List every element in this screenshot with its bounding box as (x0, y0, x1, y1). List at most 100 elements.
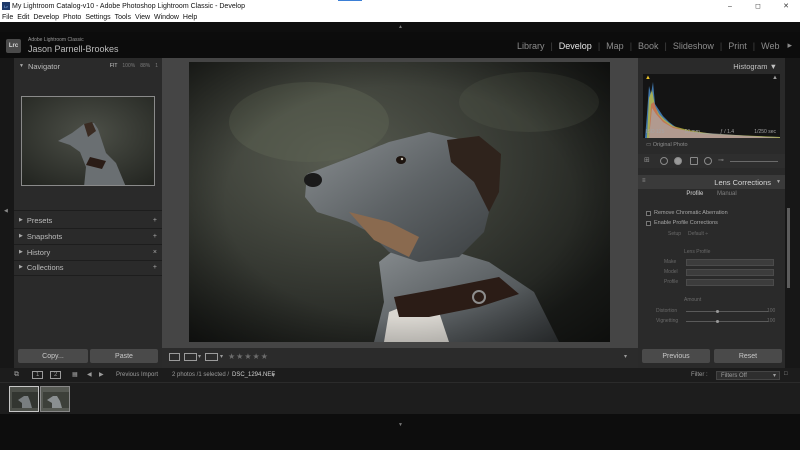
module-web[interactable]: Web (755, 41, 785, 51)
back-arrow-icon[interactable]: ◀ (87, 371, 92, 378)
toolbar-menu-icon[interactable]: ▾ (624, 353, 627, 360)
filename-dropdown-icon[interactable]: ▾ (272, 372, 275, 379)
shadow-clipping-icon[interactable]: ▲ (645, 75, 651, 81)
collapse-left-icon[interactable]: ◀ (4, 208, 8, 214)
collapse-triangle-icon[interactable]: ▼ (776, 179, 781, 185)
collapse-top-icon[interactable]: ▲ (398, 24, 403, 30)
history-header[interactable]: ▶ History × (14, 245, 162, 259)
module-map[interactable]: Map (600, 41, 630, 51)
module-slideshow[interactable]: Slideshow (667, 41, 720, 51)
filmstrip-thumbnail[interactable] (9, 386, 39, 412)
menu-window[interactable]: Window (154, 14, 179, 21)
minimize-button[interactable]: – (716, 0, 744, 12)
navigator-header[interactable]: ▼ Navigator FIT 100% 88% 1 (14, 59, 162, 73)
profile-dropdown[interactable] (686, 279, 774, 286)
bottom-panel-toggle-strip[interactable]: ▼ (0, 414, 800, 450)
distortion-slider-knob[interactable] (716, 310, 719, 313)
add-collection-icon[interactable]: + (153, 264, 157, 271)
main-window-button[interactable]: 1 (32, 371, 44, 379)
menu-settings[interactable]: Settings (85, 14, 110, 21)
top-panel-toggle-strip[interactable]: ▲ (0, 22, 800, 32)
histogram-title[interactable]: Histogram ▼ (733, 62, 777, 71)
module-print[interactable]: Print (722, 41, 753, 51)
left-panel-toggle-strip[interactable]: ◀ (0, 58, 14, 368)
module-extra-icon[interactable]: ▸ (785, 40, 792, 51)
spot-removal-icon[interactable] (660, 157, 668, 165)
model-dropdown[interactable] (686, 269, 774, 276)
setup-dropdown[interactable]: Default ÷ (688, 231, 708, 237)
red-eye-icon[interactable] (674, 157, 682, 165)
remove-chromatic-aberration-checkbox[interactable]: Remove Chromatic Aberration (646, 210, 728, 216)
vignetting-value[interactable]: 100 (767, 318, 775, 324)
close-button[interactable]: ✕ (772, 0, 800, 12)
paste-button[interactable]: Paste (90, 349, 158, 363)
navigator-preview[interactable] (21, 96, 155, 186)
filmstrip-status: 2 photos /1 selected / (172, 372, 230, 378)
secondary-window-icon[interactable]: ⧉ (14, 371, 19, 379)
filter-lock-icon[interactable]: □ (784, 371, 788, 377)
zoom-fit[interactable]: FIT (110, 63, 118, 69)
zoom-88[interactable]: 88% (140, 63, 150, 69)
compare-view-icon[interactable] (205, 353, 218, 361)
panel-switch-icon[interactable]: ≡ (642, 178, 646, 184)
module-book[interactable]: Book (632, 41, 665, 51)
module-library[interactable]: Library (511, 41, 551, 51)
before-after-dropdown-icon[interactable]: ▾ (198, 353, 201, 360)
before-after-icon[interactable] (184, 353, 197, 361)
loupe-view-icon[interactable] (169, 353, 180, 361)
maximize-button[interactable]: ◻ (744, 0, 772, 12)
second-window-button[interactable]: 2 (50, 371, 62, 379)
menu-view[interactable]: View (135, 14, 150, 21)
navigator-zoom-options: FIT 100% 88% 1 (105, 63, 158, 69)
module-picker: Library | Develop | Map | Book | Slideshow | … (511, 40, 792, 51)
collections-header[interactable]: ▶ Collections + (14, 260, 162, 274)
copy-button[interactable]: Copy... (18, 349, 88, 363)
enable-profile-corrections-checkbox[interactable]: Enable Profile Corrections (646, 220, 718, 226)
menu-edit[interactable]: Edit (17, 14, 29, 21)
adjustment-brush-icon[interactable]: ⊸ (718, 156, 724, 164)
reset-button[interactable]: Reset (714, 349, 782, 363)
vignetting-slider-knob[interactable] (716, 320, 719, 323)
menu-bar: File Edit Develop Photo Settings Tools V… (0, 12, 800, 22)
radial-filter-icon[interactable] (704, 157, 712, 165)
title-accent-line (338, 0, 362, 1)
navigator-title: Navigator (27, 61, 61, 71)
grid-view-icon[interactable]: ▦ (72, 371, 78, 378)
tab-manual[interactable]: Manual (717, 191, 737, 197)
right-panel-toggle-strip[interactable] (785, 58, 800, 368)
tool-slider[interactable] (730, 161, 778, 162)
filmstrip-source[interactable]: Previous Import (116, 372, 158, 378)
module-develop[interactable]: Develop (553, 41, 598, 51)
clear-history-icon[interactable]: × (153, 249, 157, 256)
presets-header[interactable]: ▶ Presets + (14, 213, 162, 227)
add-preset-icon[interactable]: + (153, 217, 157, 224)
lens-corrections-header[interactable]: ≡ Lens Corrections ▼ (638, 175, 785, 189)
distortion-value[interactable]: 100 (767, 308, 775, 314)
graduated-filter-icon[interactable] (690, 157, 698, 165)
menu-develop[interactable]: Develop (33, 14, 59, 21)
menu-tools[interactable]: Tools (115, 14, 131, 21)
rating-stars[interactable]: ★★★★★ (228, 352, 269, 361)
filmstrip-thumbnail[interactable] (40, 386, 70, 412)
menu-file[interactable]: File (2, 14, 13, 21)
make-dropdown[interactable] (686, 259, 774, 266)
distortion-slider[interactable] (686, 311, 768, 312)
highlight-clipping-icon[interactable]: ▲ (772, 75, 778, 81)
menu-help[interactable]: Help (183, 14, 197, 21)
main-photo[interactable] (189, 62, 610, 342)
vignetting-slider[interactable] (686, 321, 768, 322)
filmstrip-filename[interactable]: DSC_1294.NEF (232, 372, 275, 378)
forward-arrow-icon[interactable]: ▶ (99, 371, 104, 378)
tab-profile[interactable]: Profile (686, 191, 703, 197)
add-snapshot-icon[interactable]: + (153, 233, 157, 240)
toolbar-options-icon[interactable]: ▾ (220, 353, 223, 360)
zoom-100[interactable]: 100% (122, 63, 135, 69)
collapse-bottom-icon[interactable]: ▼ (398, 422, 403, 428)
previous-button[interactable]: Previous (642, 349, 710, 363)
zoom-custom[interactable]: 1 (155, 63, 158, 69)
crop-tool-icon[interactable]: ⊞ (644, 156, 650, 164)
menu-photo[interactable]: Photo (63, 14, 81, 21)
snapshots-header[interactable]: ▶ Snapshots + (14, 229, 162, 243)
filter-dropdown[interactable]: Filters Off ▾ (716, 371, 780, 380)
right-panel-scrollbar[interactable] (787, 208, 790, 288)
